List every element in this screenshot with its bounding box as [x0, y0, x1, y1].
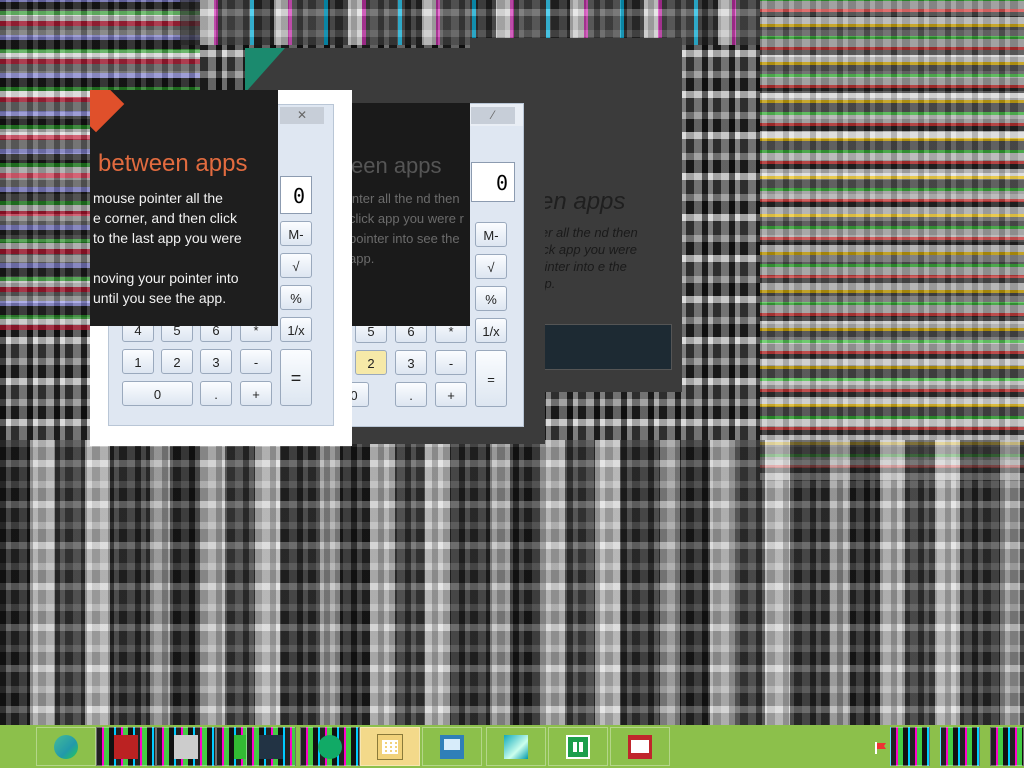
tray-glitch-2[interactable]: [940, 727, 980, 766]
store-icon: [566, 734, 590, 759]
taskbar-item-this-pc[interactable]: [422, 727, 482, 766]
calculator-display: 0: [471, 162, 515, 202]
media-player-icon: [54, 734, 78, 759]
key-0[interactable]: 0: [122, 381, 193, 406]
taskbar-item-calculator[interactable]: [360, 727, 420, 766]
desktop-glitch-bottom: [0, 440, 1024, 725]
glitched-app-icon-5: [318, 734, 342, 759]
glitched-app-icon: [114, 734, 138, 759]
glitched-app-icon-4: [259, 734, 283, 759]
desktop-glitch-right: [760, 0, 1024, 480]
key-minus[interactable]: -: [240, 349, 272, 374]
taskbar-item-glitched-2[interactable]: [156, 727, 216, 766]
ghost-tip-mid: een apps inter all the nd then click app…: [345, 103, 470, 326]
key-plus[interactable]: +: [240, 381, 272, 406]
key-plus[interactable]: +: [435, 382, 467, 407]
tray-glitch-3[interactable]: [990, 727, 1024, 766]
key-3[interactable]: 3: [200, 349, 232, 374]
key-percent[interactable]: %: [280, 285, 312, 310]
key-equals[interactable]: =: [475, 350, 507, 407]
tip-line: to the last app you were: [93, 230, 242, 246]
ghost-tip-mid-heading: een apps: [351, 153, 442, 178]
key-2[interactable]: 2: [161, 349, 193, 374]
tip-heading: between apps: [98, 150, 248, 177]
ghost-tip-mid-body: inter all the nd then click app you were…: [349, 191, 464, 266]
ghost-tip-heading: en apps: [540, 188, 626, 215]
tip-line: mouse pointer all the: [93, 190, 223, 206]
key-m-minus[interactable]: M-: [280, 221, 312, 246]
key-m-minus[interactable]: M-: [475, 222, 507, 247]
key-1[interactable]: 1: [122, 349, 154, 374]
cube-app-icon: [504, 734, 528, 759]
taskbar-item-glitched-5[interactable]: [300, 727, 360, 766]
taskbar-item-reader[interactable]: [610, 727, 670, 766]
tip-line: e corner, and then click: [93, 210, 237, 226]
key-sqrt[interactable]: √: [475, 254, 507, 279]
taskbar-item-cube-app[interactable]: [486, 727, 546, 766]
tip-line: noving your pointer into: [93, 270, 239, 286]
close-button[interactable]: ✕: [280, 107, 324, 124]
key-2[interactable]: 2: [355, 350, 387, 375]
calculator-display: 0: [280, 176, 312, 214]
close-button[interactable]: ⁄: [471, 107, 515, 124]
switch-apps-tip[interactable]: between apps mouse pointer all the e cor…: [90, 90, 278, 326]
tip-line: [93, 248, 278, 268]
key-equals[interactable]: =: [280, 349, 312, 406]
ghost-tip-body: nter all the nd then click app you were …: [530, 225, 638, 291]
taskbar-item-glitched[interactable]: [96, 727, 156, 766]
tip-line: until you see the app.: [93, 290, 227, 306]
tip-accent-icon: [90, 90, 125, 133]
key-sqrt[interactable]: √: [280, 253, 312, 278]
calculator-icon: [377, 733, 403, 760]
tray-glitch[interactable]: [890, 727, 930, 766]
this-pc-icon: [440, 734, 464, 759]
taskbar: [0, 725, 1024, 768]
taskbar-item-media-player[interactable]: [36, 727, 96, 766]
taskbar-item-glitched-4[interactable]: [246, 727, 296, 766]
key-reciprocal[interactable]: 1/x: [475, 318, 507, 343]
action-center-flag-icon[interactable]: [874, 741, 888, 755]
tip-body: mouse pointer all the e corner, and then…: [93, 188, 278, 308]
key-minus[interactable]: -: [435, 350, 467, 375]
glitched-app-icon-2: [174, 734, 198, 759]
key-3[interactable]: 3: [395, 350, 427, 375]
key-reciprocal[interactable]: 1/x: [280, 317, 312, 342]
key-percent[interactable]: %: [475, 286, 507, 311]
reader-icon: [628, 734, 652, 759]
key-decimal[interactable]: .: [395, 382, 427, 407]
taskbar-item-store[interactable]: [548, 727, 608, 766]
key-decimal[interactable]: .: [200, 381, 232, 406]
